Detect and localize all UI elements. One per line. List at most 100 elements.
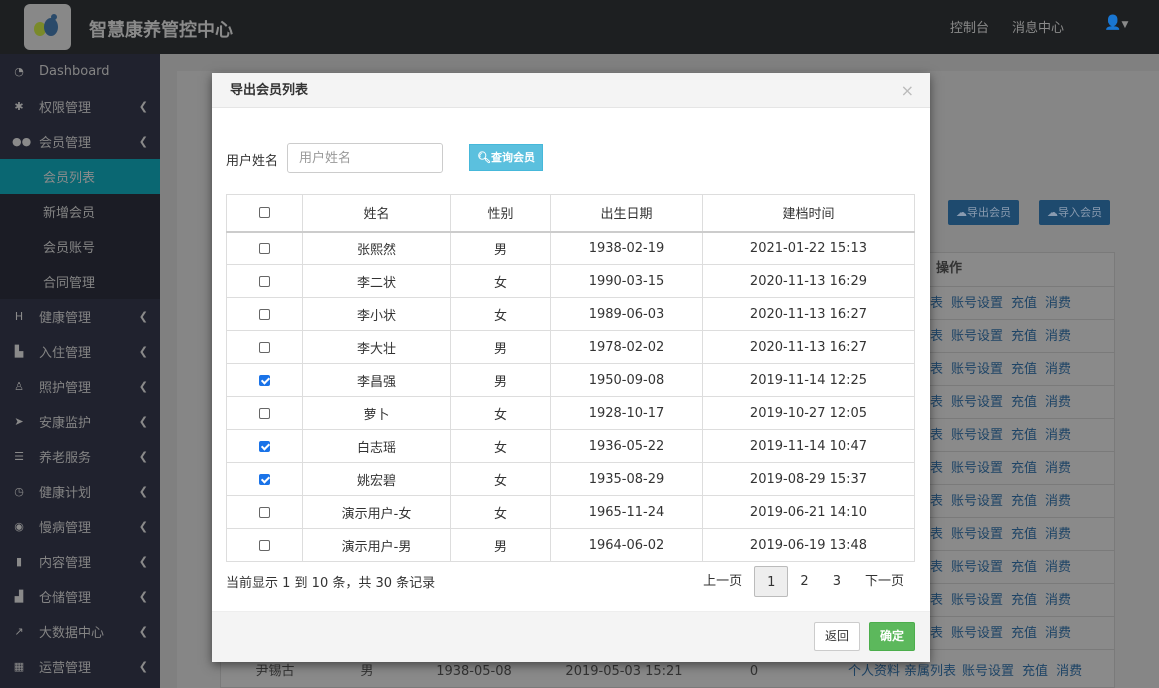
row-link[interactable]: 表 <box>930 560 943 575</box>
row-link[interactable]: 充值 <box>1011 626 1037 641</box>
submenu-item[interactable]: 合同管理 <box>0 264 160 299</box>
row-link[interactable]: 账号设置 <box>951 527 1003 542</box>
row-link[interactable]: 消费 <box>1045 362 1071 377</box>
row-link[interactable]: 账号设置 <box>951 362 1003 377</box>
row-checkbox[interactable] <box>259 407 270 419</box>
row-link[interactable]: 充值 <box>1011 329 1037 344</box>
row-link[interactable]: 表 <box>930 362 943 377</box>
sidebar-item[interactable]: ●● 会员管理 ❮ <box>0 124 160 159</box>
row-link[interactable]: 充值 <box>1011 593 1037 608</box>
row-link[interactable]: 充值 <box>1011 461 1037 476</box>
row-checkbox[interactable] <box>259 539 270 551</box>
link-consume[interactable]: 消费 <box>1056 655 1082 688</box>
row-link[interactable]: 充值 <box>1011 428 1037 443</box>
row-checkbox[interactable] <box>259 440 270 452</box>
row-link[interactable]: 消费 <box>1045 593 1071 608</box>
select-all-checkbox[interactable] <box>259 207 270 219</box>
row-link[interactable]: 充值 <box>1011 296 1037 311</box>
row-link[interactable]: 账号设置 <box>951 428 1003 443</box>
nav-messages[interactable]: 消息中心 <box>1012 17 1064 36</box>
row-link[interactable]: 充值 <box>1011 560 1037 575</box>
sidebar-item[interactable]: ✱ 权限管理 ❮ <box>0 89 160 124</box>
next-page[interactable]: 下一页 <box>853 566 916 597</box>
row-link[interactable]: 消费 <box>1045 296 1071 311</box>
row-link[interactable]: 表 <box>930 329 943 344</box>
table-row[interactable]: 萝卜 女 1928-10-17 2019-10-27 12:05 <box>226 396 915 430</box>
row-link[interactable]: 表 <box>930 296 943 311</box>
table-row[interactable]: 演示用户-男 男 1964-06-02 2019-06-19 13:48 <box>226 528 915 562</box>
export-members-button[interactable]: ☁导出会员 <box>948 200 1019 225</box>
row-link[interactable]: 消费 <box>1045 494 1071 509</box>
confirm-button[interactable]: 确定 <box>869 622 916 651</box>
username-search-input[interactable] <box>287 143 443 173</box>
sidebar-item[interactable]: ◔ Dashboard <box>0 54 160 89</box>
table-row[interactable]: 李昌强 男 1950-09-08 2019-11-14 12:25 <box>226 363 915 397</box>
table-row[interactable]: 李二状 女 1990-03-15 2020-11-13 16:29 <box>226 264 915 298</box>
sidebar-item[interactable]: ▙ 入住管理 ❮ <box>0 334 160 369</box>
sidebar-item[interactable]: ➤ 安康监护 ❮ <box>0 404 160 439</box>
row-link[interactable]: 账号设置 <box>951 395 1003 410</box>
sidebar-item[interactable]: ♙ 照护管理 ❮ <box>0 369 160 404</box>
link-account[interactable]: 账号设置 <box>962 655 1014 688</box>
row-link[interactable]: 表 <box>930 527 943 542</box>
nav-console[interactable]: 控制台 <box>950 17 989 36</box>
row-link[interactable]: 消费 <box>1045 527 1071 542</box>
row-link[interactable]: 账号设置 <box>951 560 1003 575</box>
sidebar-item[interactable]: ▦ 运营管理 ❮ <box>0 649 160 684</box>
row-checkbox[interactable] <box>259 242 270 254</box>
user-menu[interactable]: 👤▼ <box>1104 15 1128 31</box>
submenu-item[interactable]: 会员账号 <box>0 229 160 264</box>
row-link[interactable]: 账号设置 <box>951 494 1003 509</box>
row-link[interactable]: 充值 <box>1011 362 1037 377</box>
submenu-item[interactable]: 新增会员 <box>0 194 160 229</box>
submenu-item[interactable]: 会员列表 <box>0 159 160 194</box>
back-button[interactable]: 返回 <box>814 622 861 651</box>
row-checkbox[interactable] <box>259 308 270 320</box>
row-link[interactable]: 账号设置 <box>951 593 1003 608</box>
row-link[interactable]: 账号设置 <box>951 626 1003 641</box>
table-row[interactable]: 白志瑶 女 1936-05-22 2019-11-14 10:47 <box>226 429 915 463</box>
sidebar-item[interactable]: ▮ 内容管理 ❮ <box>0 544 160 579</box>
close-icon[interactable]: × <box>901 81 914 100</box>
row-link[interactable]: 表 <box>930 626 943 641</box>
row-checkbox[interactable] <box>259 275 270 287</box>
row-link[interactable]: 消费 <box>1045 428 1071 443</box>
row-link[interactable]: 消费 <box>1045 329 1071 344</box>
page-3[interactable]: 3 <box>821 566 853 597</box>
row-checkbox[interactable] <box>259 506 270 518</box>
sidebar-item[interactable]: ☰ 养老服务 ❮ <box>0 439 160 474</box>
row-link[interactable]: 表 <box>930 461 943 476</box>
row-link[interactable]: 表 <box>930 428 943 443</box>
row-link[interactable]: 表 <box>930 593 943 608</box>
table-row[interactable]: 姚宏碧 女 1935-08-29 2019-08-29 15:37 <box>226 462 915 496</box>
sidebar-item[interactable]: ↗ 大数据中心 ❮ <box>0 614 160 649</box>
row-checkbox[interactable] <box>259 473 270 485</box>
row-link[interactable]: 表 <box>930 395 943 410</box>
link-recharge[interactable]: 充值 <box>1022 655 1048 688</box>
sidebar-item[interactable]: ◷ 健康计划 ❮ <box>0 474 160 509</box>
page-2[interactable]: 2 <box>788 566 820 597</box>
import-members-button[interactable]: ☁导入会员 <box>1039 200 1110 225</box>
row-link[interactable]: 账号设置 <box>951 329 1003 344</box>
row-link[interactable]: 充值 <box>1011 494 1037 509</box>
row-link[interactable]: 账号设置 <box>951 296 1003 311</box>
row-link[interactable]: 表 <box>930 494 943 509</box>
table-row[interactable]: 李小状 女 1989-06-03 2020-11-13 16:27 <box>226 297 915 331</box>
sidebar-item[interactable]: ▟ 仓储管理 ❮ <box>0 579 160 614</box>
row-link[interactable]: 消费 <box>1045 395 1071 410</box>
sidebar-item[interactable]: H 健康管理 ❮ <box>0 299 160 334</box>
table-row[interactable]: 演示用户-女 女 1965-11-24 2019-06-21 14:10 <box>226 495 915 529</box>
row-link[interactable]: 消费 <box>1045 626 1071 641</box>
row-link[interactable]: 账号设置 <box>951 461 1003 476</box>
page-1[interactable]: 1 <box>754 566 789 597</box>
table-row[interactable]: 张熙然 男 1938-02-19 2021-01-22 15:13 <box>226 231 915 265</box>
prev-page[interactable]: 上一页 <box>691 566 754 597</box>
row-checkbox[interactable] <box>259 341 270 353</box>
row-link[interactable]: 消费 <box>1045 560 1071 575</box>
search-members-button[interactable]: 🔍︎查询会员 <box>469 144 543 171</box>
row-link[interactable]: 充值 <box>1011 395 1037 410</box>
table-row[interactable]: 李大壮 男 1978-02-02 2020-11-13 16:27 <box>226 330 915 364</box>
row-checkbox[interactable] <box>259 374 270 386</box>
row-link[interactable]: 消费 <box>1045 461 1071 476</box>
row-link[interactable]: 充值 <box>1011 527 1037 542</box>
